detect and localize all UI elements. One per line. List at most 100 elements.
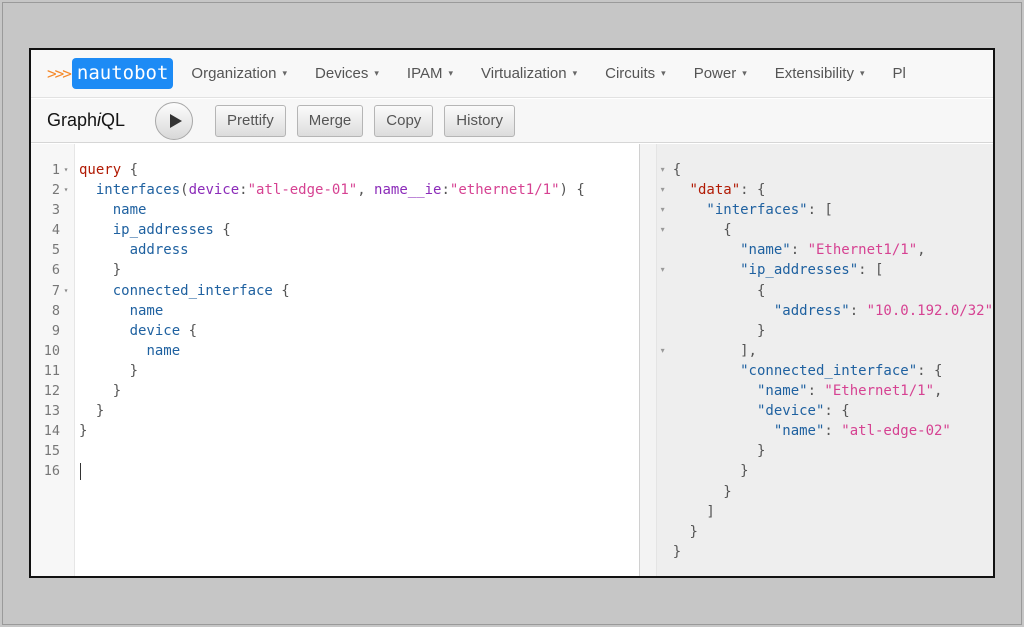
- code-line: }: [79, 361, 639, 381]
- brand-arrows: >>>: [47, 64, 72, 83]
- result-line: "data": {: [673, 180, 993, 200]
- token-pn: ,: [917, 242, 926, 259]
- history-button[interactable]: History: [444, 104, 515, 137]
- line-number-text: 14: [43, 423, 60, 440]
- nav-item-organization[interactable]: Organization ▾: [191, 65, 287, 82]
- code-line: name: [79, 200, 639, 220]
- token-fld: connected_interface: [112, 282, 273, 299]
- chevron-down-icon: ▾: [374, 68, 379, 78]
- fold-arrow-icon[interactable]: ▾: [60, 180, 72, 200]
- nav-item-power[interactable]: Power ▾: [694, 65, 747, 82]
- merge-button[interactable]: Merge: [296, 104, 364, 137]
- line-number-text: 6: [51, 262, 60, 279]
- token-pn: ,: [357, 182, 375, 199]
- prettify-button[interactable]: Prettify: [215, 104, 286, 137]
- text-cursor: [80, 462, 81, 480]
- token-fld: address: [129, 242, 189, 259]
- fold-arrow-icon[interactable]: ▾: [657, 220, 669, 240]
- result-line: "name": "Ethernet1/1",: [673, 381, 993, 401]
- line-number: 11: [31, 361, 74, 381]
- copy-button[interactable]: Copy: [374, 104, 434, 137]
- token-pn: : {: [917, 362, 943, 379]
- token-pn: {: [756, 282, 766, 299]
- query-code[interactable]: query { interfaces(device:"atl-edge-01",…: [75, 144, 639, 576]
- pane-divider[interactable]: [638, 144, 657, 576]
- line-number-text: 15: [43, 443, 60, 460]
- line-number: 10: [31, 341, 74, 361]
- code-line: ip_addresses {: [79, 220, 639, 240]
- code-line: }: [79, 260, 639, 280]
- nav-item-pl[interactable]: Pl: [892, 65, 905, 82]
- fold-arrow-icon[interactable]: ▾: [657, 200, 669, 220]
- token-rkey: "address": [773, 302, 850, 319]
- run-query-button[interactable]: [155, 101, 194, 140]
- line-number: 2 ▾: [31, 180, 74, 200]
- chevron-down-icon: ▾: [742, 68, 747, 78]
- graphiql-toolbar: GraphiQL Prettify Merge Copy History: [31, 99, 993, 143]
- fold-arrow-icon[interactable]: ▾: [657, 160, 669, 180]
- fold-arrow-icon[interactable]: ▾: [60, 281, 72, 301]
- line-number-text: 4: [51, 222, 60, 239]
- code-line: name: [79, 341, 639, 361]
- nav-item-extensibility[interactable]: Extensibility ▾: [775, 65, 865, 82]
- nav-item-virtualization[interactable]: Virtualization ▾: [481, 65, 577, 82]
- code-line: [79, 461, 639, 481]
- result-line: "ip_addresses": [: [673, 260, 993, 280]
- token-rstr: "10.0.192.0/32": [866, 302, 993, 319]
- nav-item-circuits[interactable]: Circuits ▾: [605, 65, 666, 82]
- token-str: "ethernet1/1": [449, 182, 560, 199]
- token-pn: {: [672, 162, 682, 178]
- editor-area: 1 ▾ 2 ▾ 3 4 5 6 7 ▾ 8 9 10 11 12 13 14 15 16 query { inter…: [31, 144, 993, 576]
- result-line: {: [673, 160, 993, 180]
- line-number-text: 11: [43, 362, 60, 379]
- query-editor[interactable]: 1 ▾ 2 ▾ 3 4 5 6 7 ▾ 8 9 10 11 12 13 14 15 16 query { inter…: [31, 144, 639, 576]
- fold-arrow-icon[interactable]: ▾: [60, 160, 72, 180]
- result-code: { "data": { "interfaces": [ { "name": "E…: [669, 144, 993, 576]
- line-number: 16: [31, 461, 74, 481]
- nav-item-label: Pl: [892, 65, 906, 82]
- code-line: }: [79, 381, 639, 401]
- nav-item-label: Power: [693, 65, 737, 82]
- result-line: }: [673, 461, 993, 481]
- result-line: }: [673, 482, 993, 502]
- result-viewer: ▾ ▾ ▾ ▾ ▾ ▾ { "data": { "interfaces": [ { "na…: [656, 144, 993, 576]
- token-pn: {: [180, 322, 198, 339]
- nav-item-devices[interactable]: Devices ▾: [315, 65, 379, 82]
- line-number: 3: [31, 200, 74, 220]
- fold-arrow-icon[interactable]: ▾: [657, 180, 669, 200]
- nav-menu: Organization ▾ Devices ▾ IPAM ▾ Virtualization…: [191, 65, 933, 82]
- token-rkey: "name": [756, 383, 808, 400]
- token-pn: }: [129, 362, 139, 379]
- token-pn: }: [112, 383, 122, 400]
- token-pn: : {: [824, 403, 850, 420]
- fold-arrow-icon[interactable]: ▾: [657, 260, 669, 280]
- token-pn: {: [213, 222, 231, 239]
- brand-logo[interactable]: >>> nautobot: [47, 58, 174, 89]
- fold-arrow-icon[interactable]: ▾: [657, 341, 669, 361]
- nav-item-ipam[interactable]: IPAM ▾: [407, 65, 453, 82]
- token-rkey: "device": [756, 403, 825, 420]
